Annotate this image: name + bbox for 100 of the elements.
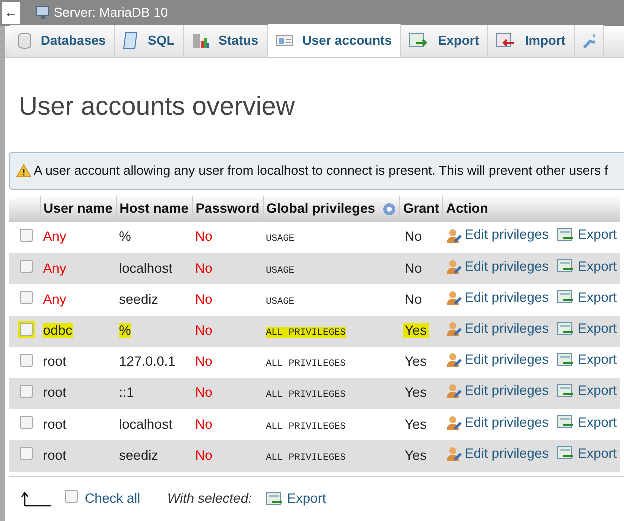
- table-cell-text: No: [404, 229, 424, 244]
- table-cell: odbc: [43, 323, 73, 338]
- checkbox[interactable]: [20, 384, 33, 398]
- table-cell-text: No: [404, 292, 424, 307]
- person-pencil-icon: [446, 258, 462, 275]
- table-cell: root: [43, 448, 67, 463]
- column-header: Password: [196, 200, 260, 218]
- bar-chart-icon: [192, 33, 210, 49]
- table-cell: localhost: [119, 416, 173, 432]
- column-header: Action: [446, 200, 488, 218]
- table-cell: No: [195, 448, 213, 463]
- table-cell: ALL PRIVILEGES: [266, 452, 346, 463]
- export-icon: [266, 492, 284, 506]
- table-cell-text: Yes: [404, 416, 428, 432]
- export-link[interactable]: Export: [578, 381, 617, 402]
- table-cell: ALL PRIVILEGES: [266, 327, 346, 338]
- checkbox[interactable]: [20, 322, 33, 336]
- checkbox[interactable]: [20, 416, 33, 430]
- tab[interactable]: Databases: [10, 25, 116, 57]
- edit-privileges-link[interactable]: Edit privileges: [464, 225, 549, 246]
- edit-privileges-link[interactable]: Edit privileges: [464, 256, 549, 277]
- table-header-corner: [9, 196, 40, 222]
- table-cell: %: [119, 229, 132, 244]
- back-button[interactable]: ←: [2, 2, 20, 24]
- person-pencil-icon: [446, 414, 462, 431]
- database-icon: [18, 33, 32, 49]
- table-cell: 127.0.0.1: [119, 354, 176, 370]
- tab[interactable]: Status: [184, 25, 268, 57]
- person-pencil-icon: [446, 352, 462, 368]
- export-icon: [409, 33, 430, 49]
- table-cell: No: [195, 229, 213, 244]
- tab[interactable]: [574, 25, 604, 57]
- page-heading: User accounts overview: [19, 90, 296, 122]
- checkbox[interactable]: [65, 490, 78, 503]
- person-pencil-icon: [446, 446, 462, 462]
- edit-privileges-link[interactable]: Edit privileges: [464, 350, 549, 370]
- export-icon: [556, 446, 575, 462]
- table-cell: No: [195, 416, 213, 432]
- table-cell-text: Yes: [404, 448, 428, 463]
- table-cell: seediz: [119, 292, 158, 307]
- column-header: Host name: [120, 200, 189, 218]
- warning-text: A user account allowing any user from localhost to connect is present. This will prevent other users f: [34, 162, 608, 180]
- checkbox[interactable]: [20, 447, 33, 460]
- import-icon: [496, 33, 516, 49]
- export-link[interactable]: Export: [578, 225, 617, 246]
- table-cell: root: [43, 354, 67, 370]
- tab[interactable]: Import: [488, 25, 575, 57]
- scroll-icon: [123, 32, 140, 50]
- table-cell: ::1: [119, 385, 134, 400]
- table-cell: ALL PRIVILEGES: [266, 389, 346, 400]
- person-pencil-icon: [446, 383, 462, 400]
- checkbox[interactable]: [20, 354, 33, 367]
- export-link[interactable]: Export: [578, 444, 617, 464]
- export-icon: [556, 259, 575, 274]
- export-link[interactable]: Export: [578, 256, 617, 277]
- server-icon: [36, 6, 52, 20]
- check-all-link[interactable]: Check all: [85, 488, 141, 510]
- table-cell: ALL PRIVILEGES: [266, 358, 346, 370]
- edit-privileges-link[interactable]: Edit privileges: [464, 444, 549, 464]
- table-cell-text: Yes: [404, 354, 428, 370]
- export-link[interactable]: Export: [578, 288, 617, 308]
- table-cell: No: [195, 260, 213, 276]
- table-cell: seediz: [119, 448, 158, 463]
- table-cell: USAGE: [266, 264, 295, 276]
- export-icon: [556, 290, 575, 306]
- export-link[interactable]: Export: [578, 412, 617, 433]
- person-pencil-icon: [446, 290, 462, 306]
- tab[interactable]: SQL: [115, 25, 184, 57]
- table-cell: No: [195, 354, 213, 370]
- export-icon: [556, 415, 575, 430]
- edit-privileges-link[interactable]: Edit privileges: [464, 381, 549, 402]
- export-link[interactable]: Export: [578, 318, 617, 340]
- table-cell: Any: [43, 260, 67, 276]
- checkbox[interactable]: [20, 260, 33, 274]
- person-pencil-icon: [446, 228, 462, 244]
- export-icon: [556, 384, 575, 399]
- checkbox[interactable]: [20, 228, 33, 242]
- warning-icon: [16, 164, 32, 178]
- checkbox[interactable]: [20, 291, 33, 304]
- window-title: Server: MariaDB 10: [54, 4, 168, 22]
- export-link[interactable]: Export: [287, 488, 326, 510]
- column-header: Global privileges: [266, 200, 376, 218]
- export-link[interactable]: Export: [578, 350, 617, 370]
- tab[interactable]: User accounts: [268, 24, 402, 57]
- with-selected-label: With selected:: [168, 490, 252, 508]
- table-cell: USAGE: [266, 233, 295, 244]
- table-cell: localhost: [119, 260, 173, 276]
- table-cell: %: [119, 323, 132, 338]
- edit-privileges-link[interactable]: Edit privileges: [464, 412, 549, 433]
- column-header: User name: [44, 200, 113, 218]
- help-icon: [383, 202, 396, 216]
- edit-privileges-link[interactable]: Edit privileges: [464, 288, 549, 308]
- table-cell: No: [195, 323, 213, 338]
- export-icon: [556, 322, 575, 337]
- table-cell-text: Yes: [404, 385, 428, 400]
- person-pencil-icon: [446, 321, 462, 338]
- tab[interactable]: Export: [401, 25, 488, 57]
- edit-privileges-link[interactable]: Edit privileges: [464, 318, 549, 340]
- table-cell-text: No: [404, 260, 424, 276]
- table-cell: No: [195, 385, 213, 400]
